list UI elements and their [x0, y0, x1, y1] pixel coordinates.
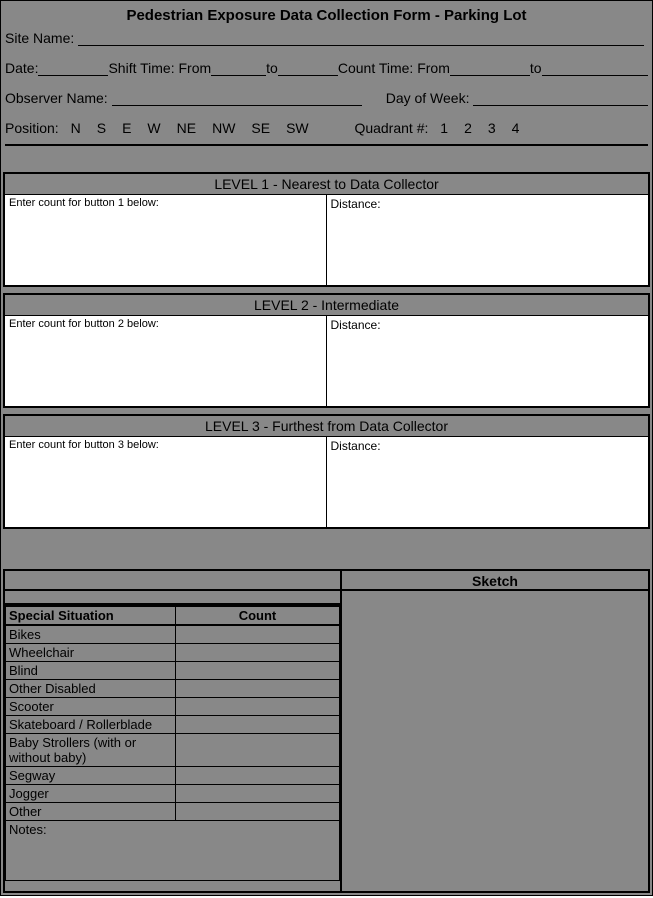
notes-row: Notes:: [6, 821, 340, 881]
level-1-header: LEVEL 1 - Nearest to Data Collector: [5, 174, 648, 195]
position-option-n[interactable]: N: [71, 120, 81, 136]
level-2-block: LEVEL 2 - IntermediateEnter count for bu…: [3, 293, 650, 408]
position-label: Position:: [5, 120, 59, 136]
ss-label: Bikes: [6, 625, 176, 644]
level-1-distance-area[interactable]: Distance:: [327, 195, 649, 285]
position-option-w[interactable]: W: [147, 120, 160, 136]
level-1-body: Enter count for button 1 below:Distance:: [5, 195, 648, 285]
shift-to-input[interactable]: [278, 62, 338, 76]
quadrant-option-1[interactable]: 1: [440, 120, 448, 136]
levels-container: LEVEL 1 - Nearest to Data CollectorEnter…: [1, 172, 652, 529]
table-row: Other Disabled: [6, 680, 340, 698]
level-3-count-area[interactable]: Enter count for button 3 below:: [5, 437, 327, 527]
table-row: Segway: [6, 767, 340, 785]
dow-input[interactable]: [473, 92, 648, 106]
site-name-row: Site Name:: [5, 30, 648, 46]
ss-count-cell[interactable]: [176, 734, 340, 767]
level-1-count-area[interactable]: Enter count for button 1 below:: [5, 195, 327, 285]
level-2-body: Enter count for button 2 below:Distance:: [5, 316, 648, 406]
position-option-e[interactable]: E: [122, 120, 131, 136]
table-row: Skateboard / Rollerblade: [6, 716, 340, 734]
shift-from-input[interactable]: [211, 62, 266, 76]
ss-label: Scooter: [6, 698, 176, 716]
notes-cell[interactable]: Notes:: [6, 821, 340, 881]
level-3-header: LEVEL 3 - Furthest from Data Collector: [5, 416, 648, 437]
divider: [5, 144, 648, 146]
form-title: Pedestrian Exposure Data Collection Form…: [5, 7, 648, 24]
position-option-ne[interactable]: NE: [177, 120, 196, 136]
ss-header-col2: Count: [176, 606, 340, 625]
ss-count-cell[interactable]: [176, 716, 340, 734]
site-name-input[interactable]: [78, 32, 644, 46]
table-row: Blind: [6, 662, 340, 680]
level-2-distance-area[interactable]: Distance:: [327, 316, 649, 406]
table-row: Jogger: [6, 785, 340, 803]
site-name-label: Site Name:: [5, 30, 74, 46]
shift-to-label: to: [266, 60, 278, 76]
ss-label: Skateboard / Rollerblade: [6, 716, 176, 734]
observer-label: Observer Name:: [5, 90, 108, 106]
count-to-label: to: [530, 60, 542, 76]
table-row: Baby Strollers (with or without baby): [6, 734, 340, 767]
special-situation-table: Special Situation Count BikesWheelchairB…: [5, 605, 340, 881]
ss-count-cell[interactable]: [176, 767, 340, 785]
ss-spacer: [5, 591, 340, 605]
position-options: NSEWNENWSESW: [63, 120, 317, 136]
position-option-sw[interactable]: SW: [286, 120, 309, 136]
ss-count-cell[interactable]: [176, 785, 340, 803]
ss-count-cell[interactable]: [176, 644, 340, 662]
ss-label: Baby Strollers (with or without baby): [6, 734, 176, 767]
form-page: Pedestrian Exposure Data Collection Form…: [0, 0, 653, 896]
ss-count-cell[interactable]: [176, 698, 340, 716]
ss-label: Other Disabled: [6, 680, 176, 698]
ss-top-header: [5, 571, 340, 591]
observer-input[interactable]: [112, 92, 362, 106]
ss-header-col1: Special Situation: [6, 606, 176, 625]
ss-count-cell[interactable]: [176, 662, 340, 680]
position-quadrant-row: Position: NSEWNENWSESW Quadrant #: 1234: [5, 120, 648, 136]
level-2-count-area[interactable]: Enter count for button 2 below:: [5, 316, 327, 406]
position-option-s[interactable]: S: [97, 120, 106, 136]
observer-row: Observer Name: Day of Week:: [5, 90, 648, 106]
special-situation-panel: Special Situation Count BikesWheelchairB…: [5, 571, 340, 891]
ss-count-cell[interactable]: [176, 803, 340, 821]
header-section: Pedestrian Exposure Data Collection Form…: [1, 1, 652, 154]
table-row: Other: [6, 803, 340, 821]
table-row: Bikes: [6, 625, 340, 644]
level-1-block: LEVEL 1 - Nearest to Data CollectorEnter…: [3, 172, 650, 287]
level-3-body: Enter count for button 3 below:Distance:: [5, 437, 648, 527]
table-row: Wheelchair: [6, 644, 340, 662]
table-row: Scooter: [6, 698, 340, 716]
ss-label: Jogger: [6, 785, 176, 803]
spacer: [1, 529, 652, 569]
bottom-section: Special Situation Count BikesWheelchairB…: [3, 569, 650, 893]
quadrant-option-3[interactable]: 3: [488, 120, 496, 136]
sketch-header: Sketch: [342, 571, 648, 591]
level-3-block: LEVEL 3 - Furthest from Data CollectorEn…: [3, 414, 650, 529]
level-2-header: LEVEL 2 - Intermediate: [5, 295, 648, 316]
ss-label: Wheelchair: [6, 644, 176, 662]
dow-label: Day of Week:: [386, 90, 470, 106]
ss-label: Blind: [6, 662, 176, 680]
date-shift-row: Date: Shift Time: From to Count Time: Fr…: [5, 60, 648, 76]
date-label: Date:: [5, 60, 38, 76]
quadrant-option-4[interactable]: 4: [512, 120, 520, 136]
position-option-se[interactable]: SE: [251, 120, 270, 136]
ss-count-cell[interactable]: [176, 625, 340, 644]
count-time-label: Count Time: From: [338, 60, 450, 76]
ss-label: Segway: [6, 767, 176, 785]
ss-label: Other: [6, 803, 176, 821]
count-to-input[interactable]: [542, 62, 648, 76]
ss-count-cell[interactable]: [176, 680, 340, 698]
level-3-distance-area[interactable]: Distance:: [327, 437, 649, 527]
quadrant-option-2[interactable]: 2: [464, 120, 472, 136]
sketch-area[interactable]: [342, 591, 648, 891]
shift-time-label: Shift Time: From: [108, 60, 211, 76]
quadrant-options: 1234: [432, 120, 527, 136]
position-option-nw[interactable]: NW: [212, 120, 235, 136]
sketch-panel: Sketch: [340, 571, 648, 891]
quadrant-label: Quadrant #:: [354, 120, 428, 136]
date-input[interactable]: [38, 62, 108, 76]
count-from-input[interactable]: [450, 62, 530, 76]
